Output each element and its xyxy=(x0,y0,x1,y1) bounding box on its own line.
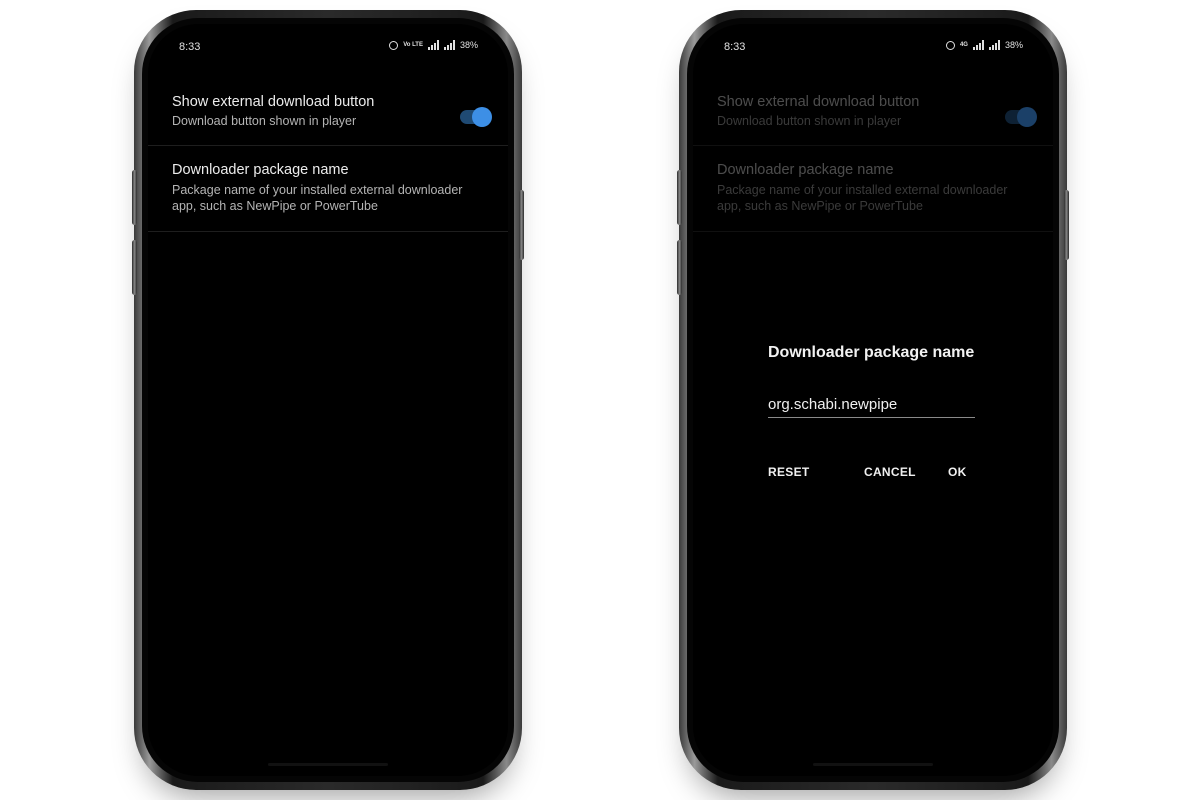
pref-title: Downloader package name xyxy=(172,162,349,178)
status-bar: 8:33 Vo LTE 38% xyxy=(148,24,508,72)
reset-button[interactable]: RESET xyxy=(768,465,810,479)
power-button xyxy=(1064,190,1069,260)
package-name-dialog: Downloader package name org.schabi.newpi… xyxy=(768,344,988,479)
alarm-icon xyxy=(945,40,955,50)
phone-left: 8:33 Vo LTE 38% Show external download b… xyxy=(132,10,524,790)
signal-icon xyxy=(972,40,984,50)
screen: 8:33 4G 38% Show external download butto… xyxy=(693,24,1053,776)
pref-show-download-button[interactable]: Show external download button Download b… xyxy=(148,82,508,146)
pref-downloader-package-name[interactable]: Downloader package name Package name of … xyxy=(148,146,508,232)
download-button-toggle xyxy=(1005,107,1037,127)
signal-icon xyxy=(988,40,1000,50)
status-icons: Vo LTE 38% xyxy=(389,40,478,50)
signal-icon xyxy=(443,40,455,50)
volume-button xyxy=(132,170,137,225)
status-bar: 8:33 4G 38% xyxy=(693,24,1053,72)
pref-summary: Package name of your installed external … xyxy=(172,183,463,213)
alarm-icon xyxy=(389,40,399,50)
clock: 8:33 xyxy=(179,41,201,53)
status-icons: 4G 38% xyxy=(945,40,1023,50)
phone-right: 8:33 4G 38% Show external download butto… xyxy=(677,10,1069,790)
pref-summary: Package name of your installed external … xyxy=(717,183,1008,213)
pref-title: Show external download button xyxy=(717,94,920,110)
dialog-title: Downloader package name xyxy=(768,344,975,361)
pref-summary: Download button shown in player xyxy=(717,114,902,128)
volume-button xyxy=(132,240,137,295)
clock: 8:33 xyxy=(724,41,746,53)
pref-downloader-package-name: Downloader package name Package name of … xyxy=(693,146,1053,232)
home-indicator xyxy=(813,763,933,766)
network-icon: 4G xyxy=(959,42,968,48)
signal-icon xyxy=(427,40,439,50)
volume-button xyxy=(677,170,682,225)
download-button-toggle[interactable] xyxy=(460,107,492,127)
volume-button xyxy=(677,240,682,295)
toggle-knob xyxy=(472,107,492,127)
pref-title: Downloader package name xyxy=(717,162,894,178)
ok-button[interactable]: OK xyxy=(948,465,967,479)
pref-summary: Download button shown in player xyxy=(172,114,357,128)
package-name-input[interactable]: org.schabi.newpipe xyxy=(768,394,975,418)
battery-level: 38% xyxy=(459,40,478,50)
home-indicator xyxy=(268,763,388,766)
cancel-button[interactable]: CANCEL xyxy=(864,465,916,479)
volte-icon: Vo LTE xyxy=(403,42,423,48)
battery-level: 38% xyxy=(1004,40,1023,50)
power-button xyxy=(519,190,524,260)
pref-show-download-button: Show external download button Download b… xyxy=(693,82,1053,146)
pref-title: Show external download button xyxy=(172,94,375,110)
toggle-knob xyxy=(1017,107,1037,127)
screen: 8:33 Vo LTE 38% Show external download b… xyxy=(148,24,508,776)
